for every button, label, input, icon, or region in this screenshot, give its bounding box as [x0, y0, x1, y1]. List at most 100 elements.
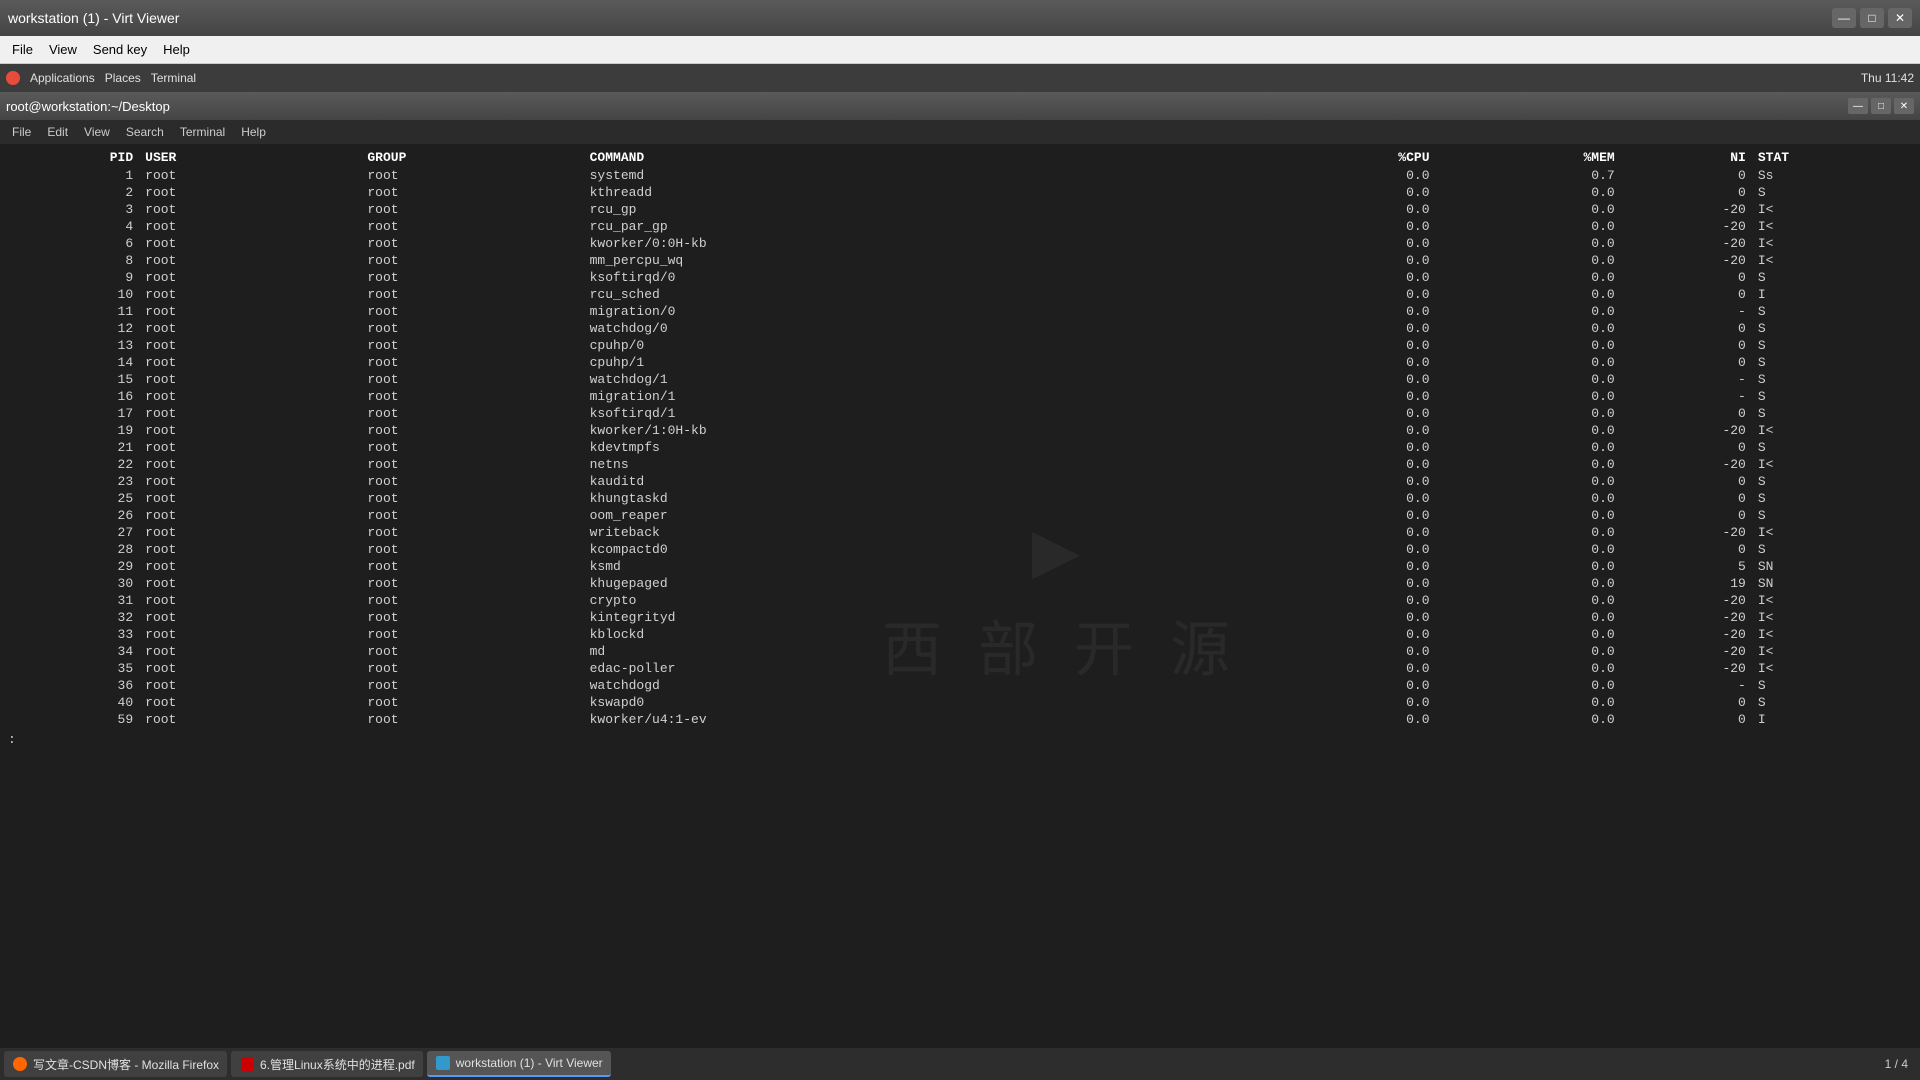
cell-cpu: 0.0 — [1250, 201, 1435, 218]
virt-menu-help[interactable]: Help — [155, 40, 198, 59]
vm-display[interactable]: Applications Places Terminal Thu 11:42 r… — [0, 64, 1920, 1048]
virt-menu-file[interactable]: File — [4, 40, 41, 59]
cell-command: migration/0 — [584, 303, 1251, 320]
cell-stat: S — [1752, 269, 1912, 286]
terminal-content[interactable]: ▶ 西 部 开 源 PID USER GROUP COMMAND %CPU %M… — [0, 144, 1920, 1048]
table-row: 35rootrootedac-poller0.00.0-20I< — [8, 660, 1912, 677]
table-row: 26rootrootoom_reaper0.00.00S — [8, 507, 1912, 524]
table-row: 32rootrootkintegrityd0.00.0-20I< — [8, 609, 1912, 626]
table-row: 33rootrootkblockd0.00.0-20I< — [8, 626, 1912, 643]
cell-command: kthreadd — [584, 184, 1251, 201]
table-row: 4rootrootrcu_par_gp0.00.0-20I< — [8, 218, 1912, 235]
table-row: 23rootrootkauditd0.00.00S — [8, 473, 1912, 490]
cell-cpu: 0.0 — [1250, 507, 1435, 524]
cell-user: root — [139, 422, 361, 439]
cell-group: root — [361, 269, 583, 286]
cell-group: root — [361, 473, 583, 490]
cell-pid: 35 — [8, 660, 139, 677]
cell-group: root — [361, 490, 583, 507]
cell-pid: 14 — [8, 354, 139, 371]
cell-cpu: 0.0 — [1250, 694, 1435, 711]
virt-maximize-button[interactable]: □ — [1860, 8, 1884, 28]
cell-user: root — [139, 320, 361, 337]
cell-pid: 34 — [8, 643, 139, 660]
cell-command: oom_reaper — [584, 507, 1251, 524]
cell-ni: 0 — [1621, 541, 1752, 558]
terminal-maximize-button[interactable]: □ — [1871, 98, 1891, 114]
cell-pid: 36 — [8, 677, 139, 694]
cell-pid: 8 — [8, 252, 139, 269]
table-row: 8rootrootmm_percpu_wq0.00.0-20I< — [8, 252, 1912, 269]
cell-user: root — [139, 456, 361, 473]
cell-ni: 0 — [1621, 320, 1752, 337]
cell-user: root — [139, 473, 361, 490]
cell-mem: 0.0 — [1436, 524, 1621, 541]
cell-command: migration/1 — [584, 388, 1251, 405]
cell-group: root — [361, 626, 583, 643]
cell-mem: 0.0 — [1436, 507, 1621, 524]
taskbar-item-pdf[interactable]: 6.管理Linux系统中的进程.pdf — [231, 1051, 423, 1077]
header-mem: %MEM — [1436, 148, 1621, 167]
table-row: 2rootrootkthreadd0.00.00S — [8, 184, 1912, 201]
cell-stat: S — [1752, 354, 1912, 371]
cell-group: root — [361, 524, 583, 541]
cell-pid: 4 — [8, 218, 139, 235]
virt-menu-view[interactable]: View — [41, 40, 85, 59]
cell-stat: I< — [1752, 218, 1912, 235]
table-row: 40rootrootkswapd00.00.00S — [8, 694, 1912, 711]
cell-user: root — [139, 592, 361, 609]
cell-stat: Ss — [1752, 167, 1912, 184]
cell-ni: -20 — [1621, 592, 1752, 609]
terminal-menu-edit[interactable]: Edit — [39, 123, 76, 141]
terminal-menu-help[interactable]: Help — [233, 123, 274, 141]
header-group: GROUP — [361, 148, 583, 167]
terminal-menu-view[interactable]: View — [76, 123, 118, 141]
cell-mem: 0.0 — [1436, 711, 1621, 728]
cell-pid: 31 — [8, 592, 139, 609]
vm-applications-label[interactable]: Applications — [30, 71, 95, 85]
cell-stat: I< — [1752, 643, 1912, 660]
cell-pid: 22 — [8, 456, 139, 473]
cell-stat: I< — [1752, 456, 1912, 473]
cell-mem: 0.0 — [1436, 694, 1621, 711]
cell-stat: I< — [1752, 626, 1912, 643]
cell-user: root — [139, 235, 361, 252]
virt-menu-sendkey[interactable]: Send key — [85, 40, 155, 59]
cell-stat: I< — [1752, 252, 1912, 269]
cell-mem: 0.0 — [1436, 541, 1621, 558]
cell-user: root — [139, 201, 361, 218]
cell-user: root — [139, 405, 361, 422]
cell-command: writeback — [584, 524, 1251, 541]
taskbar-item-virt[interactable]: workstation (1) - Virt Viewer — [427, 1051, 611, 1077]
terminal-minimize-button[interactable]: — — [1848, 98, 1868, 114]
cell-pid: 2 — [8, 184, 139, 201]
cell-stat: I< — [1752, 524, 1912, 541]
terminal-menu-search[interactable]: Search — [118, 123, 172, 141]
cell-group: root — [361, 201, 583, 218]
terminal-close-button[interactable]: ✕ — [1894, 98, 1914, 114]
cell-cpu: 0.0 — [1250, 337, 1435, 354]
cursor-line[interactable]: : — [8, 732, 1912, 747]
cell-command: md — [584, 643, 1251, 660]
vm-places-label[interactable]: Places — [105, 71, 141, 85]
terminal-menu-file[interactable]: File — [4, 123, 39, 141]
cell-mem: 0.0 — [1436, 235, 1621, 252]
cell-ni: -20 — [1621, 201, 1752, 218]
virt-minimize-button[interactable]: — — [1832, 8, 1856, 28]
cell-mem: 0.0 — [1436, 558, 1621, 575]
cell-ni: - — [1621, 303, 1752, 320]
terminal-menu-terminal[interactable]: Terminal — [172, 123, 233, 141]
cell-command: crypto — [584, 592, 1251, 609]
table-row: 25rootrootkhungtaskd0.00.00S — [8, 490, 1912, 507]
virt-close-button[interactable]: ✕ — [1888, 8, 1912, 28]
cell-stat: SN — [1752, 575, 1912, 592]
cell-user: root — [139, 541, 361, 558]
cell-ni: 0 — [1621, 473, 1752, 490]
taskbar-item-firefox[interactable]: 写文章-CSDN博客 - Mozilla Firefox — [4, 1051, 227, 1077]
vm-terminal-label[interactable]: Terminal — [151, 71, 196, 85]
cell-command: khungtaskd — [584, 490, 1251, 507]
cell-mem: 0.0 — [1436, 354, 1621, 371]
cell-cpu: 0.0 — [1250, 252, 1435, 269]
cell-stat: S — [1752, 371, 1912, 388]
cell-user: root — [139, 558, 361, 575]
